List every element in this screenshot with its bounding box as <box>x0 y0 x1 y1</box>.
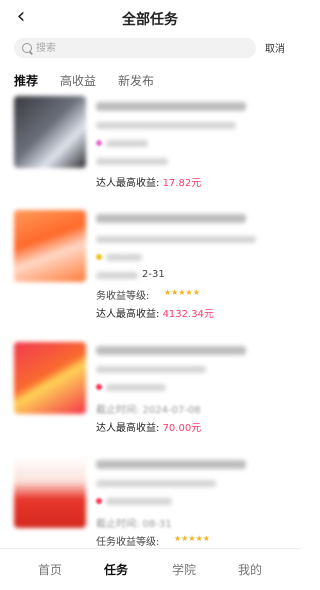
search-icon <box>22 43 32 53</box>
task-card[interactable]: 2-31 务收益等级: ★★★★★ 达人最高收益: 4132.34元 <box>0 210 300 338</box>
task-title-blurred <box>96 346 246 355</box>
deadline-value: 2-31 <box>142 269 165 280</box>
deadline-text: 截止时间: 08-31 <box>96 519 172 530</box>
platform-icon <box>96 254 102 260</box>
deadline-label-blurred <box>96 272 138 279</box>
task-title-blurred <box>96 102 246 111</box>
max-earning: 达人最高收益: 17.82元 <box>96 174 201 189</box>
max-earning-value: 4132.34元 <box>162 309 214 320</box>
platform-name-blurred <box>106 384 166 391</box>
max-earning: 达人最高收益: 70.00元 <box>96 419 201 434</box>
task-title-blurred <box>96 214 246 223</box>
level-label: 任务收益等级: <box>96 537 160 548</box>
rating-stars: ★★★★★ <box>174 534 210 543</box>
rating-stars: ★★★★★ <box>164 288 200 297</box>
max-earning-value: 17.82元 <box>162 178 202 189</box>
task-tags-blurred <box>96 366 206 373</box>
task-tags-blurred <box>96 480 216 487</box>
max-earning-value: 70.00元 <box>162 423 202 434</box>
task-tags-blurred <box>96 122 236 129</box>
task-thumbnail <box>14 210 86 282</box>
bottom-nav: 首页 任务 学院 我的 <box>0 548 300 590</box>
tab-new[interactable]: 新发布 <box>118 72 154 89</box>
cancel-button[interactable]: 取消 <box>265 40 285 55</box>
max-earning-label: 达人最高收益: <box>96 178 160 189</box>
tab-recommended[interactable]: 推荐 <box>14 72 38 89</box>
max-earning-label: 达人最高收益: <box>96 309 160 320</box>
platform-icon <box>96 384 102 390</box>
task-thumbnail <box>14 96 86 168</box>
deadline-blurred <box>96 158 168 165</box>
task-card[interactable]: 截止时间: 2024-07-08 达人最高收益: 70.00元 <box>0 342 300 470</box>
platform-icon <box>96 498 102 504</box>
nav-mine[interactable]: 我的 <box>238 561 262 578</box>
max-earning: 达人最高收益: 4132.34元 <box>96 305 214 320</box>
tab-high-earning[interactable]: 高收益 <box>60 72 96 89</box>
task-tags-blurred <box>96 236 256 243</box>
nav-academy[interactable]: 学院 <box>172 561 196 578</box>
max-earning-label: 达人最高收益: <box>96 423 160 434</box>
deadline-text: 截止时间: 2024-07-08 <box>96 405 201 416</box>
platform-icon <box>96 140 102 146</box>
task-title-blurred <box>96 460 246 469</box>
platform-name-blurred <box>106 140 148 147</box>
level-label: 务收益等级: <box>96 291 150 302</box>
task-thumbnail <box>14 342 86 414</box>
top-bar: ‹ 全部任务 <box>0 0 300 36</box>
platform-name-blurred <box>106 254 142 261</box>
search-bar[interactable] <box>14 38 256 58</box>
platform-name-blurred <box>106 498 172 505</box>
task-card[interactable]: 达人最高收益: 17.82元 <box>0 96 300 224</box>
nav-home[interactable]: 首页 <box>38 561 62 578</box>
nav-tasks[interactable]: 任务 <box>104 561 128 578</box>
task-thumbnail <box>14 456 86 528</box>
page-title: 全部任务 <box>122 12 178 28</box>
search-input[interactable] <box>36 38 246 58</box>
